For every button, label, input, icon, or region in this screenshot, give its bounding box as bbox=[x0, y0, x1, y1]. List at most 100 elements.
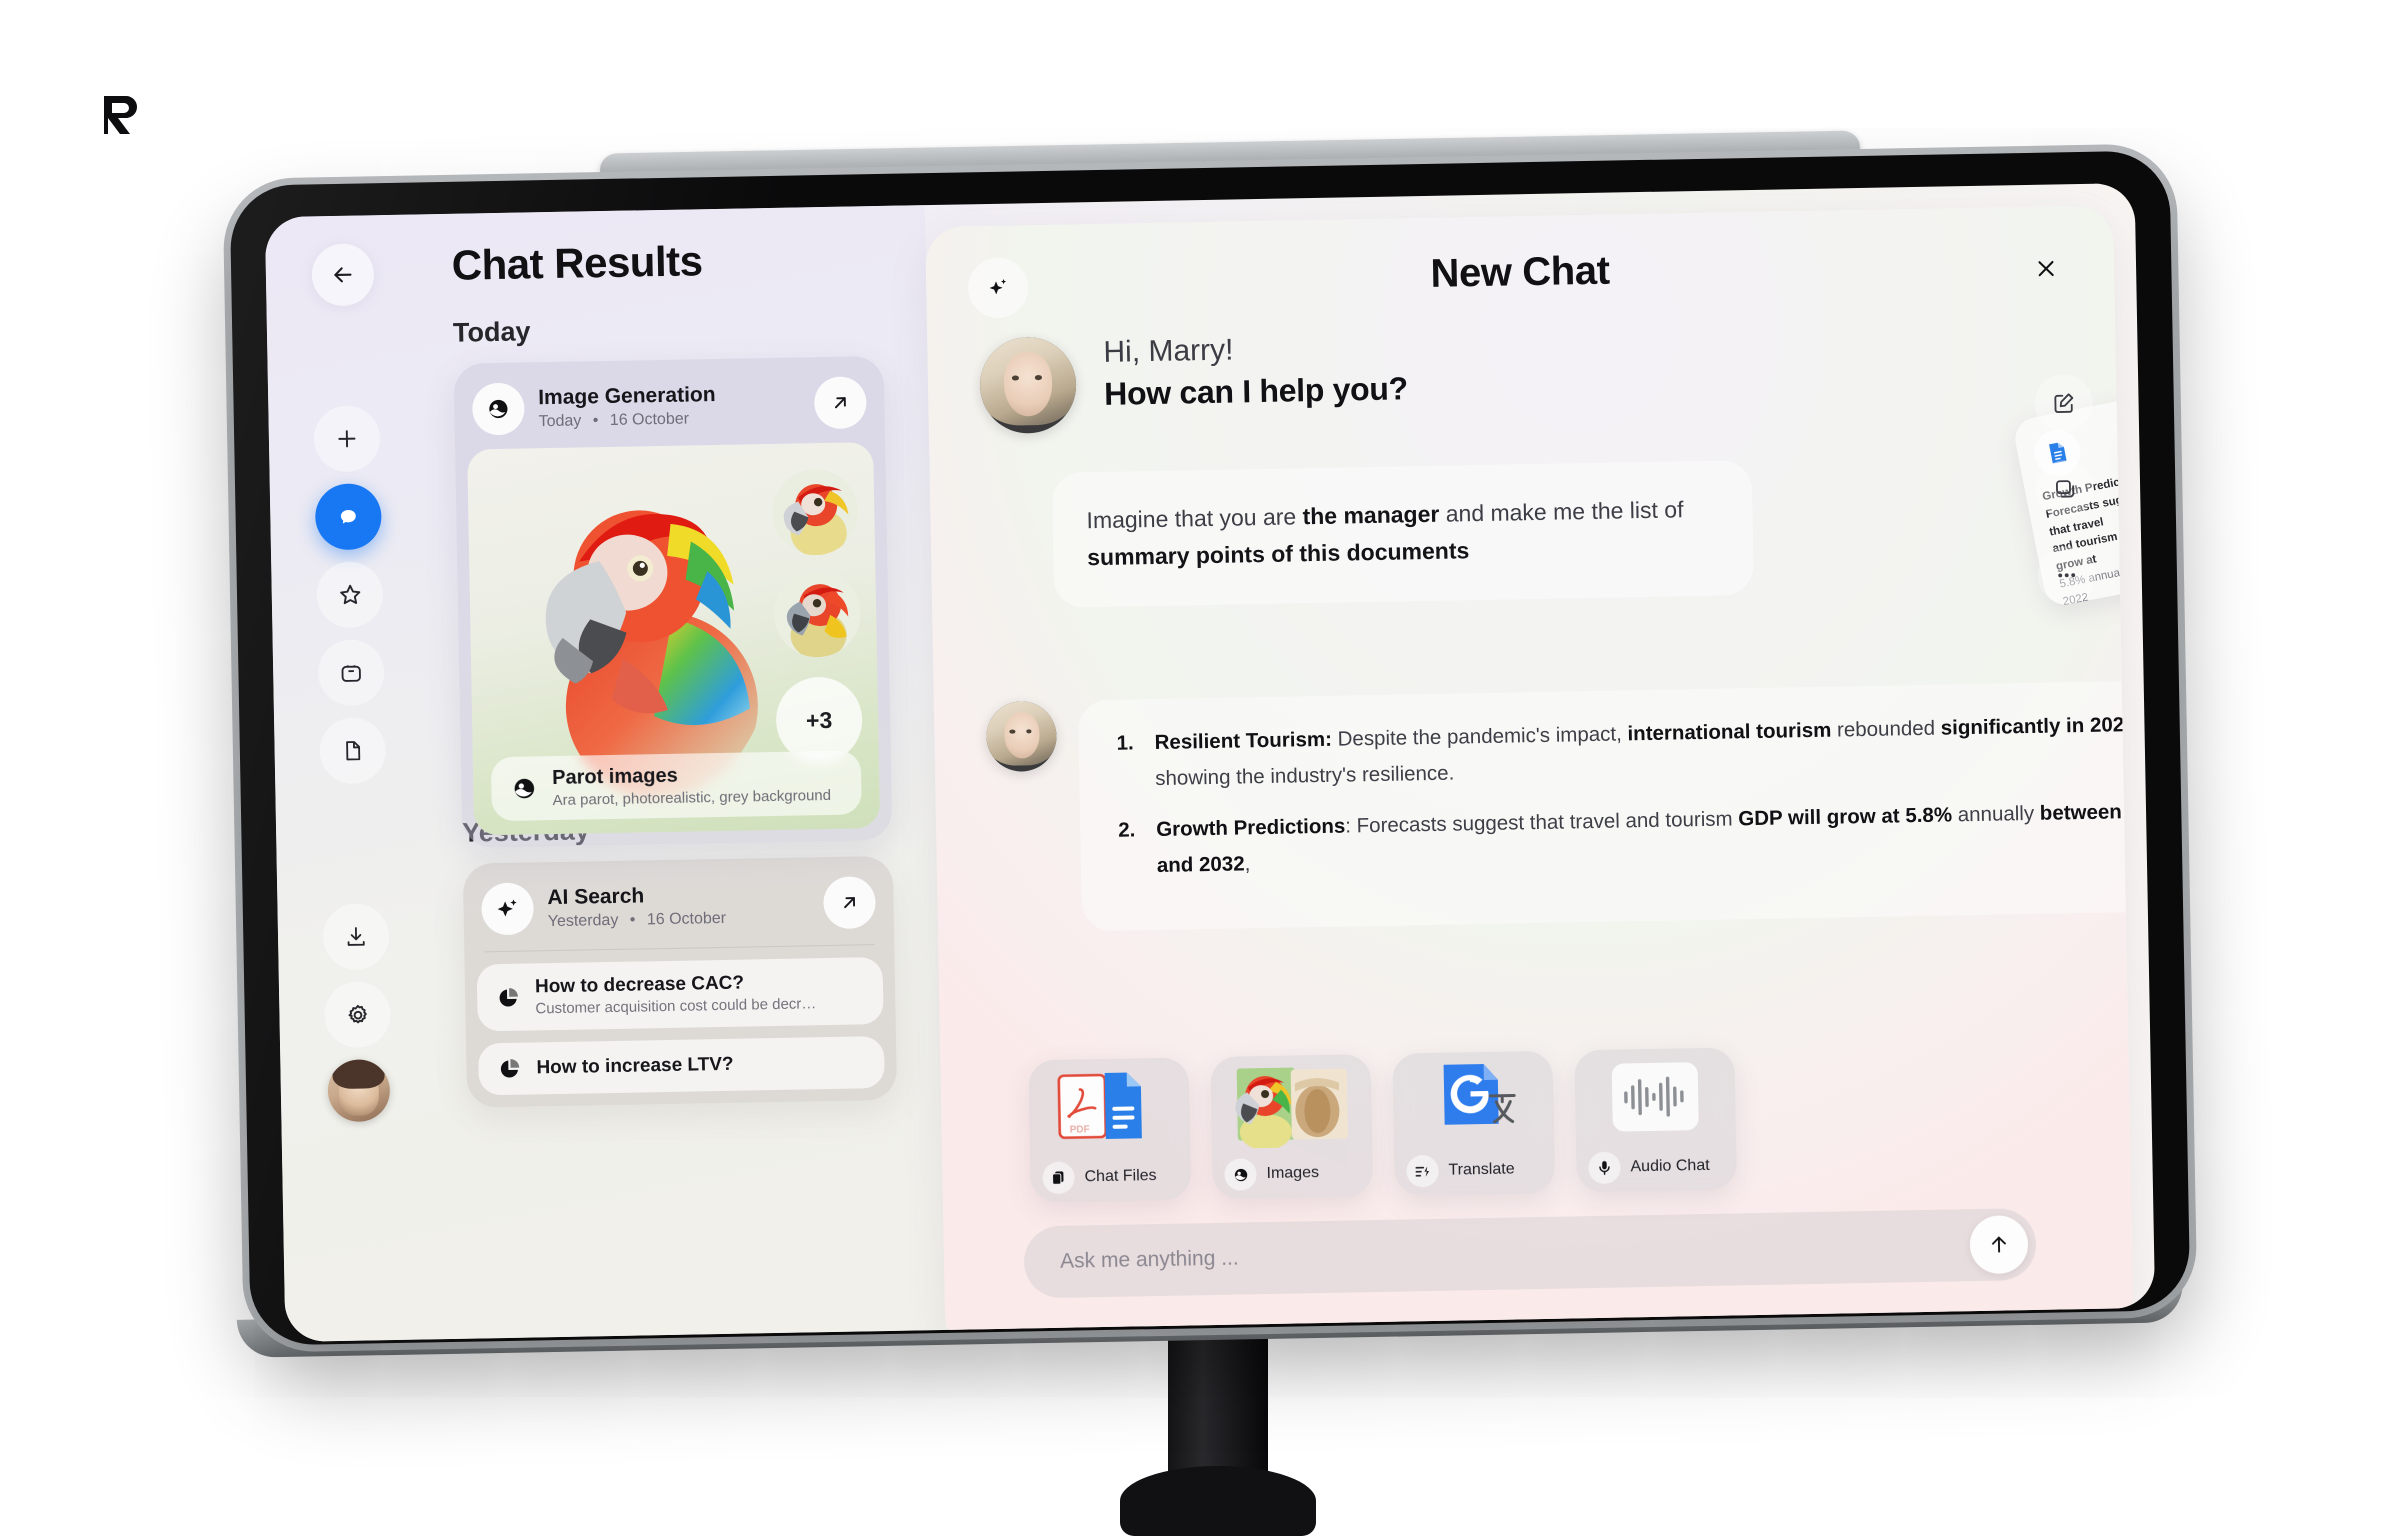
card-meta: Yesterday • 16 October bbox=[548, 908, 810, 931]
prompt-bold-1: the manager bbox=[1302, 500, 1440, 530]
duplicate-message-button[interactable] bbox=[2035, 459, 2095, 519]
sidebar-item-chats[interactable] bbox=[314, 483, 382, 551]
google-translate-art bbox=[1392, 1051, 1554, 1150]
attachment-card-pdf[interactable]: Growth Predictions: Forecasts suggest th… bbox=[2129, 416, 2134, 625]
list-item[interactable]: How to increase LTV? bbox=[478, 1036, 885, 1096]
action-card-footer: Audio Chat bbox=[1576, 1141, 1737, 1192]
card-header: Image Generation Today • 16 October bbox=[466, 368, 873, 449]
card-meta: Today • 16 October bbox=[538, 408, 800, 431]
message-composer[interactable] bbox=[1023, 1207, 2037, 1299]
sidebar-item-downloads[interactable] bbox=[322, 903, 390, 971]
quick-action-cards: PDF Chat Files Images Translate Audio Ch… bbox=[1028, 1047, 1737, 1203]
back-button[interactable] bbox=[311, 243, 375, 307]
action-card-label: Audio Chat bbox=[1630, 1156, 1710, 1176]
image-gen-icon bbox=[1224, 1158, 1257, 1191]
action-card-footer: Images bbox=[1212, 1148, 1373, 1199]
parrot-photo-art bbox=[1210, 1054, 1372, 1153]
image-gen-glyph bbox=[489, 399, 508, 419]
action-card-label: Chat Files bbox=[1084, 1167, 1157, 1186]
copy-icon bbox=[2055, 480, 2075, 498]
card-meta-day: Today bbox=[538, 411, 582, 430]
chat-result-card-image-generation[interactable]: Image Generation Today • 16 October +3 P… bbox=[453, 355, 893, 848]
arrow-left-icon bbox=[334, 267, 352, 283]
sidebar-item-settings[interactable] bbox=[323, 981, 392, 1049]
arrow-up-right-icon bbox=[844, 897, 856, 909]
files-icon bbox=[1042, 1161, 1075, 1195]
user-prompt-bubble: Imagine that you are the manager and mak… bbox=[1051, 460, 1755, 608]
microphone-glyph bbox=[1599, 1161, 1610, 1175]
action-card-images[interactable]: Images bbox=[1210, 1054, 1373, 1200]
action-card-footer: Translate bbox=[1394, 1145, 1555, 1196]
image-gen-glyph bbox=[1234, 1168, 1247, 1181]
parrot-thumb-image bbox=[771, 468, 860, 556]
svg-text:PDF: PDF bbox=[1070, 1124, 1090, 1135]
sidebar-item-new-chat[interactable] bbox=[313, 405, 381, 473]
waveform-art bbox=[1574, 1047, 1736, 1146]
send-button[interactable] bbox=[1969, 1215, 2029, 1275]
greeting-text: Hi, Marry! How can I help you? bbox=[1103, 330, 1408, 413]
tablet-screen: Chat Results Today Yesterday bbox=[264, 182, 2156, 1343]
card-title: Image Generation bbox=[537, 382, 716, 409]
download-icon bbox=[347, 927, 365, 946]
action-card-chat-files[interactable]: PDF Chat Files bbox=[1028, 1057, 1192, 1203]
avatar[interactable] bbox=[327, 1059, 391, 1123]
plus-icon bbox=[338, 430, 356, 448]
card-header-text: AI Search Yesterday • 16 October bbox=[547, 881, 810, 931]
search-input[interactable] bbox=[1059, 1233, 1971, 1274]
images-illustration bbox=[1235, 1067, 1348, 1149]
answer-lead: Growth Predictions bbox=[1156, 814, 1346, 842]
open-chat-button[interactable] bbox=[813, 376, 867, 430]
google-translate-illustration bbox=[1443, 1064, 1516, 1125]
generated-image-preview[interactable]: +3 Parot images Ara parot, photorealisti… bbox=[467, 442, 881, 836]
card-header: AI Search Yesterday • 16 October bbox=[475, 868, 882, 949]
generated-image-thumbnail[interactable] bbox=[773, 570, 861, 658]
briefcase-icon bbox=[341, 665, 361, 682]
more-options-button[interactable] bbox=[2037, 545, 2097, 605]
prompt-part-2: and make me the list of bbox=[1439, 496, 1684, 527]
greeting-question: How can I help you? bbox=[1103, 370, 1409, 412]
answer-bold-a: GDP will grow at 5.8% bbox=[1738, 803, 1953, 831]
answer-lead: Resilient Tourism: bbox=[1154, 727, 1333, 755]
answer-list: Resilient Tourism: Despite the pandemic'… bbox=[1112, 706, 2133, 885]
open-chat-button[interactable] bbox=[823, 876, 876, 930]
list-item[interactable]: How to decrease CAC? Customer acquisitio… bbox=[476, 957, 884, 1032]
gear-icon bbox=[348, 1004, 367, 1023]
parrot-image bbox=[545, 510, 758, 801]
prompt-bold-2: summary points of this documents bbox=[1086, 537, 1470, 571]
pdf-docs-art: PDF bbox=[1028, 1057, 1190, 1156]
assistant-avatar bbox=[979, 336, 1077, 435]
edit-square-icon bbox=[2054, 393, 2074, 413]
sidebar-item-archive[interactable] bbox=[317, 639, 385, 707]
action-card-audio-chat[interactable]: Audio Chat bbox=[1574, 1047, 1737, 1193]
pie-chart-icon bbox=[499, 987, 518, 1006]
list-item-title: How to increase LTV? bbox=[536, 1053, 734, 1079]
greeting-hello: Hi, Marry! bbox=[1103, 333, 1234, 369]
caption-subtitle: Ara parot, photorealistic, grey backgrou… bbox=[552, 786, 832, 810]
edit-message-button[interactable] bbox=[2034, 373, 2094, 433]
parrot-thumb-image bbox=[773, 570, 861, 658]
pie-chart-icon bbox=[500, 1059, 520, 1078]
arrow-up-icon bbox=[1992, 1236, 2006, 1253]
action-card-translate[interactable]: Translate bbox=[1392, 1050, 1555, 1196]
page-title: Chat Results bbox=[451, 237, 703, 289]
answer-item: Resilient Tourism: Despite the pandemic'… bbox=[1112, 706, 2133, 797]
image-gen-icon bbox=[514, 778, 535, 799]
pdf-and-docs-illustration: PDF bbox=[1057, 1072, 1142, 1140]
sidebar-item-documents[interactable] bbox=[319, 717, 387, 785]
answer-bold-a: international tourism bbox=[1627, 718, 1832, 746]
close-icon bbox=[2038, 260, 2054, 277]
translate-glyph bbox=[1414, 1166, 1429, 1177]
more-horizontal-icon bbox=[2058, 573, 2076, 578]
greeting-row: Hi, Marry! How can I help you? bbox=[979, 330, 1408, 435]
chat-title: New Chat bbox=[1430, 248, 1610, 296]
new-chat-pane: New Chat Hi, Marry! How can I help you? … bbox=[925, 205, 2134, 1343]
generated-image-thumbnail[interactable] bbox=[771, 468, 860, 556]
answer-text-a: : Forecasts suggest that travel and tour… bbox=[1345, 807, 1739, 838]
sparkle-glyph bbox=[497, 899, 517, 917]
chat-result-card-ai-search[interactable]: AI Search Yesterday • 16 October How to … bbox=[462, 855, 898, 1108]
answer-text-b: rebounded bbox=[1831, 716, 1941, 742]
sidebar-item-favorites[interactable] bbox=[316, 561, 384, 629]
close-button[interactable] bbox=[2018, 240, 2075, 297]
card-meta-separator: • bbox=[629, 911, 636, 929]
microphone-icon bbox=[1588, 1151, 1621, 1185]
